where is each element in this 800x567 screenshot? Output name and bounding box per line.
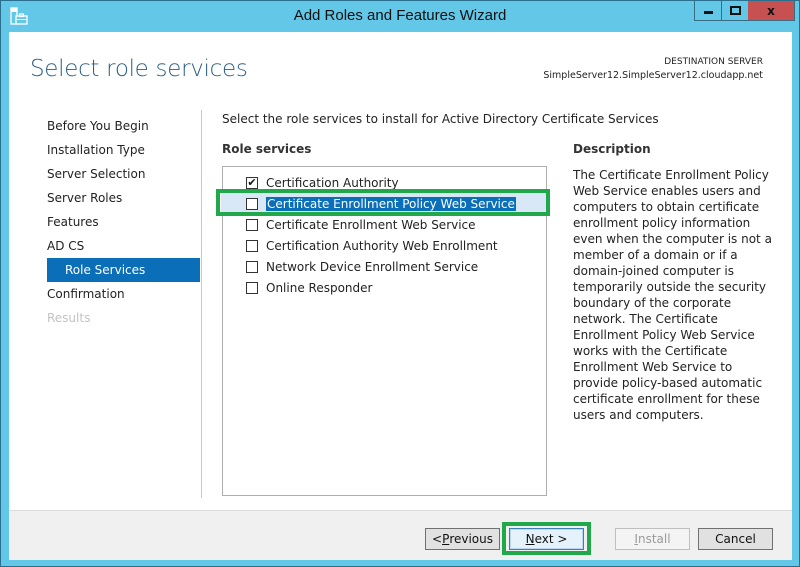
- wizard-footer: < Previous Next > Install Cancel: [9, 510, 792, 560]
- list-item-label: Certification Authority: [266, 175, 399, 190]
- list-item-label: Certificate Enrollment Policy Web Servic…: [266, 196, 516, 211]
- title-bar[interactable]: Add Roles and Features Wizard x: [1, 1, 799, 31]
- destination-server-value: SimpleServer12.SimpleServer12.cloudapp.n…: [543, 70, 763, 81]
- checkbox[interactable]: [246, 260, 258, 273]
- page-title: Select role services: [30, 56, 248, 82]
- description-text: The Certificate Enrollment Policy Web Se…: [573, 168, 772, 422]
- previous-prefix: <: [432, 532, 443, 546]
- checkbox[interactable]: [246, 218, 258, 231]
- list-item-online-responder[interactable]: Online Responder: [223, 277, 546, 298]
- close-button[interactable]: x: [748, 1, 795, 21]
- checkbox[interactable]: [246, 197, 258, 210]
- close-icon: x: [767, 3, 775, 18]
- checkbox[interactable]: [246, 281, 258, 294]
- minimize-button[interactable]: [694, 1, 722, 21]
- wizard-window: Add Roles and Features Wizard x Select r…: [0, 0, 800, 567]
- list-item-network-device-enrollment[interactable]: Network Device Enrollment Service: [223, 256, 546, 277]
- list-item-cert-enrollment-web-service[interactable]: Certificate Enrollment Web Service: [223, 214, 546, 235]
- list-item-cert-enrollment-policy-web-service[interactable]: Certificate Enrollment Policy Web Servic…: [221, 193, 546, 214]
- maximize-icon: [729, 6, 741, 15]
- previous-accel: P: [442, 532, 450, 546]
- wizard-nav: Before You Begin Installation Type Serve…: [47, 114, 200, 330]
- window-title: Add Roles and Features Wizard: [293, 7, 507, 24]
- nav-item-ad-cs[interactable]: AD CS: [47, 234, 200, 258]
- list-item-label: Network Device Enrollment Service: [266, 259, 479, 274]
- install-button: Install: [615, 528, 690, 550]
- nav-item-results: Results: [47, 311, 91, 325]
- nav-item-server-roles[interactable]: Server Roles: [47, 186, 200, 210]
- checkbox-checked[interactable]: ✔: [246, 175, 258, 189]
- checkmark-icon: ✔: [247, 175, 257, 189]
- maximize-button[interactable]: [722, 1, 749, 21]
- nav-item-confirmation[interactable]: Confirmation: [47, 282, 200, 306]
- next-accel: N: [525, 532, 535, 546]
- nav-item-server-selection[interactable]: Server Selection: [47, 162, 200, 186]
- nav-item-installation-type[interactable]: Installation Type: [47, 138, 200, 162]
- list-item-label: Certification Authority Web Enrollment: [266, 238, 498, 253]
- nav-item-before-you-begin[interactable]: Before You Begin: [47, 114, 200, 138]
- list-item-label: Certificate Enrollment Web Service: [266, 217, 476, 232]
- cancel-button[interactable]: Cancel: [698, 528, 773, 550]
- nav-item-features[interactable]: Features: [47, 210, 200, 234]
- role-services-list[interactable]: ✔ Certification Authority Certificate En…: [221, 166, 547, 496]
- description-heading: Description: [573, 142, 651, 156]
- checkbox[interactable]: [246, 239, 258, 252]
- nav-item-role-services[interactable]: Role Services: [47, 258, 200, 282]
- list-item-ca-web-enrollment[interactable]: Certification Authority Web Enrollment: [223, 235, 546, 256]
- list-item-certification-authority[interactable]: ✔ Certification Authority: [223, 172, 546, 193]
- install-rest: nstall: [637, 532, 671, 546]
- destination-server-label: DESTINATION SERVER: [664, 57, 763, 67]
- role-services-heading: Role services: [222, 142, 312, 156]
- previous-rest: revious: [449, 532, 493, 546]
- next-button[interactable]: Next >: [509, 528, 584, 550]
- minimize-icon: [703, 11, 713, 14]
- list-item-label: Online Responder: [266, 280, 373, 295]
- instruction-text: Select the role services to install for …: [222, 112, 659, 126]
- nav-divider: [201, 110, 202, 498]
- previous-button[interactable]: < Previous: [425, 528, 500, 550]
- next-rest: ext >: [534, 532, 568, 546]
- wizard-content: Select role services DESTINATION SERVER …: [9, 32, 792, 560]
